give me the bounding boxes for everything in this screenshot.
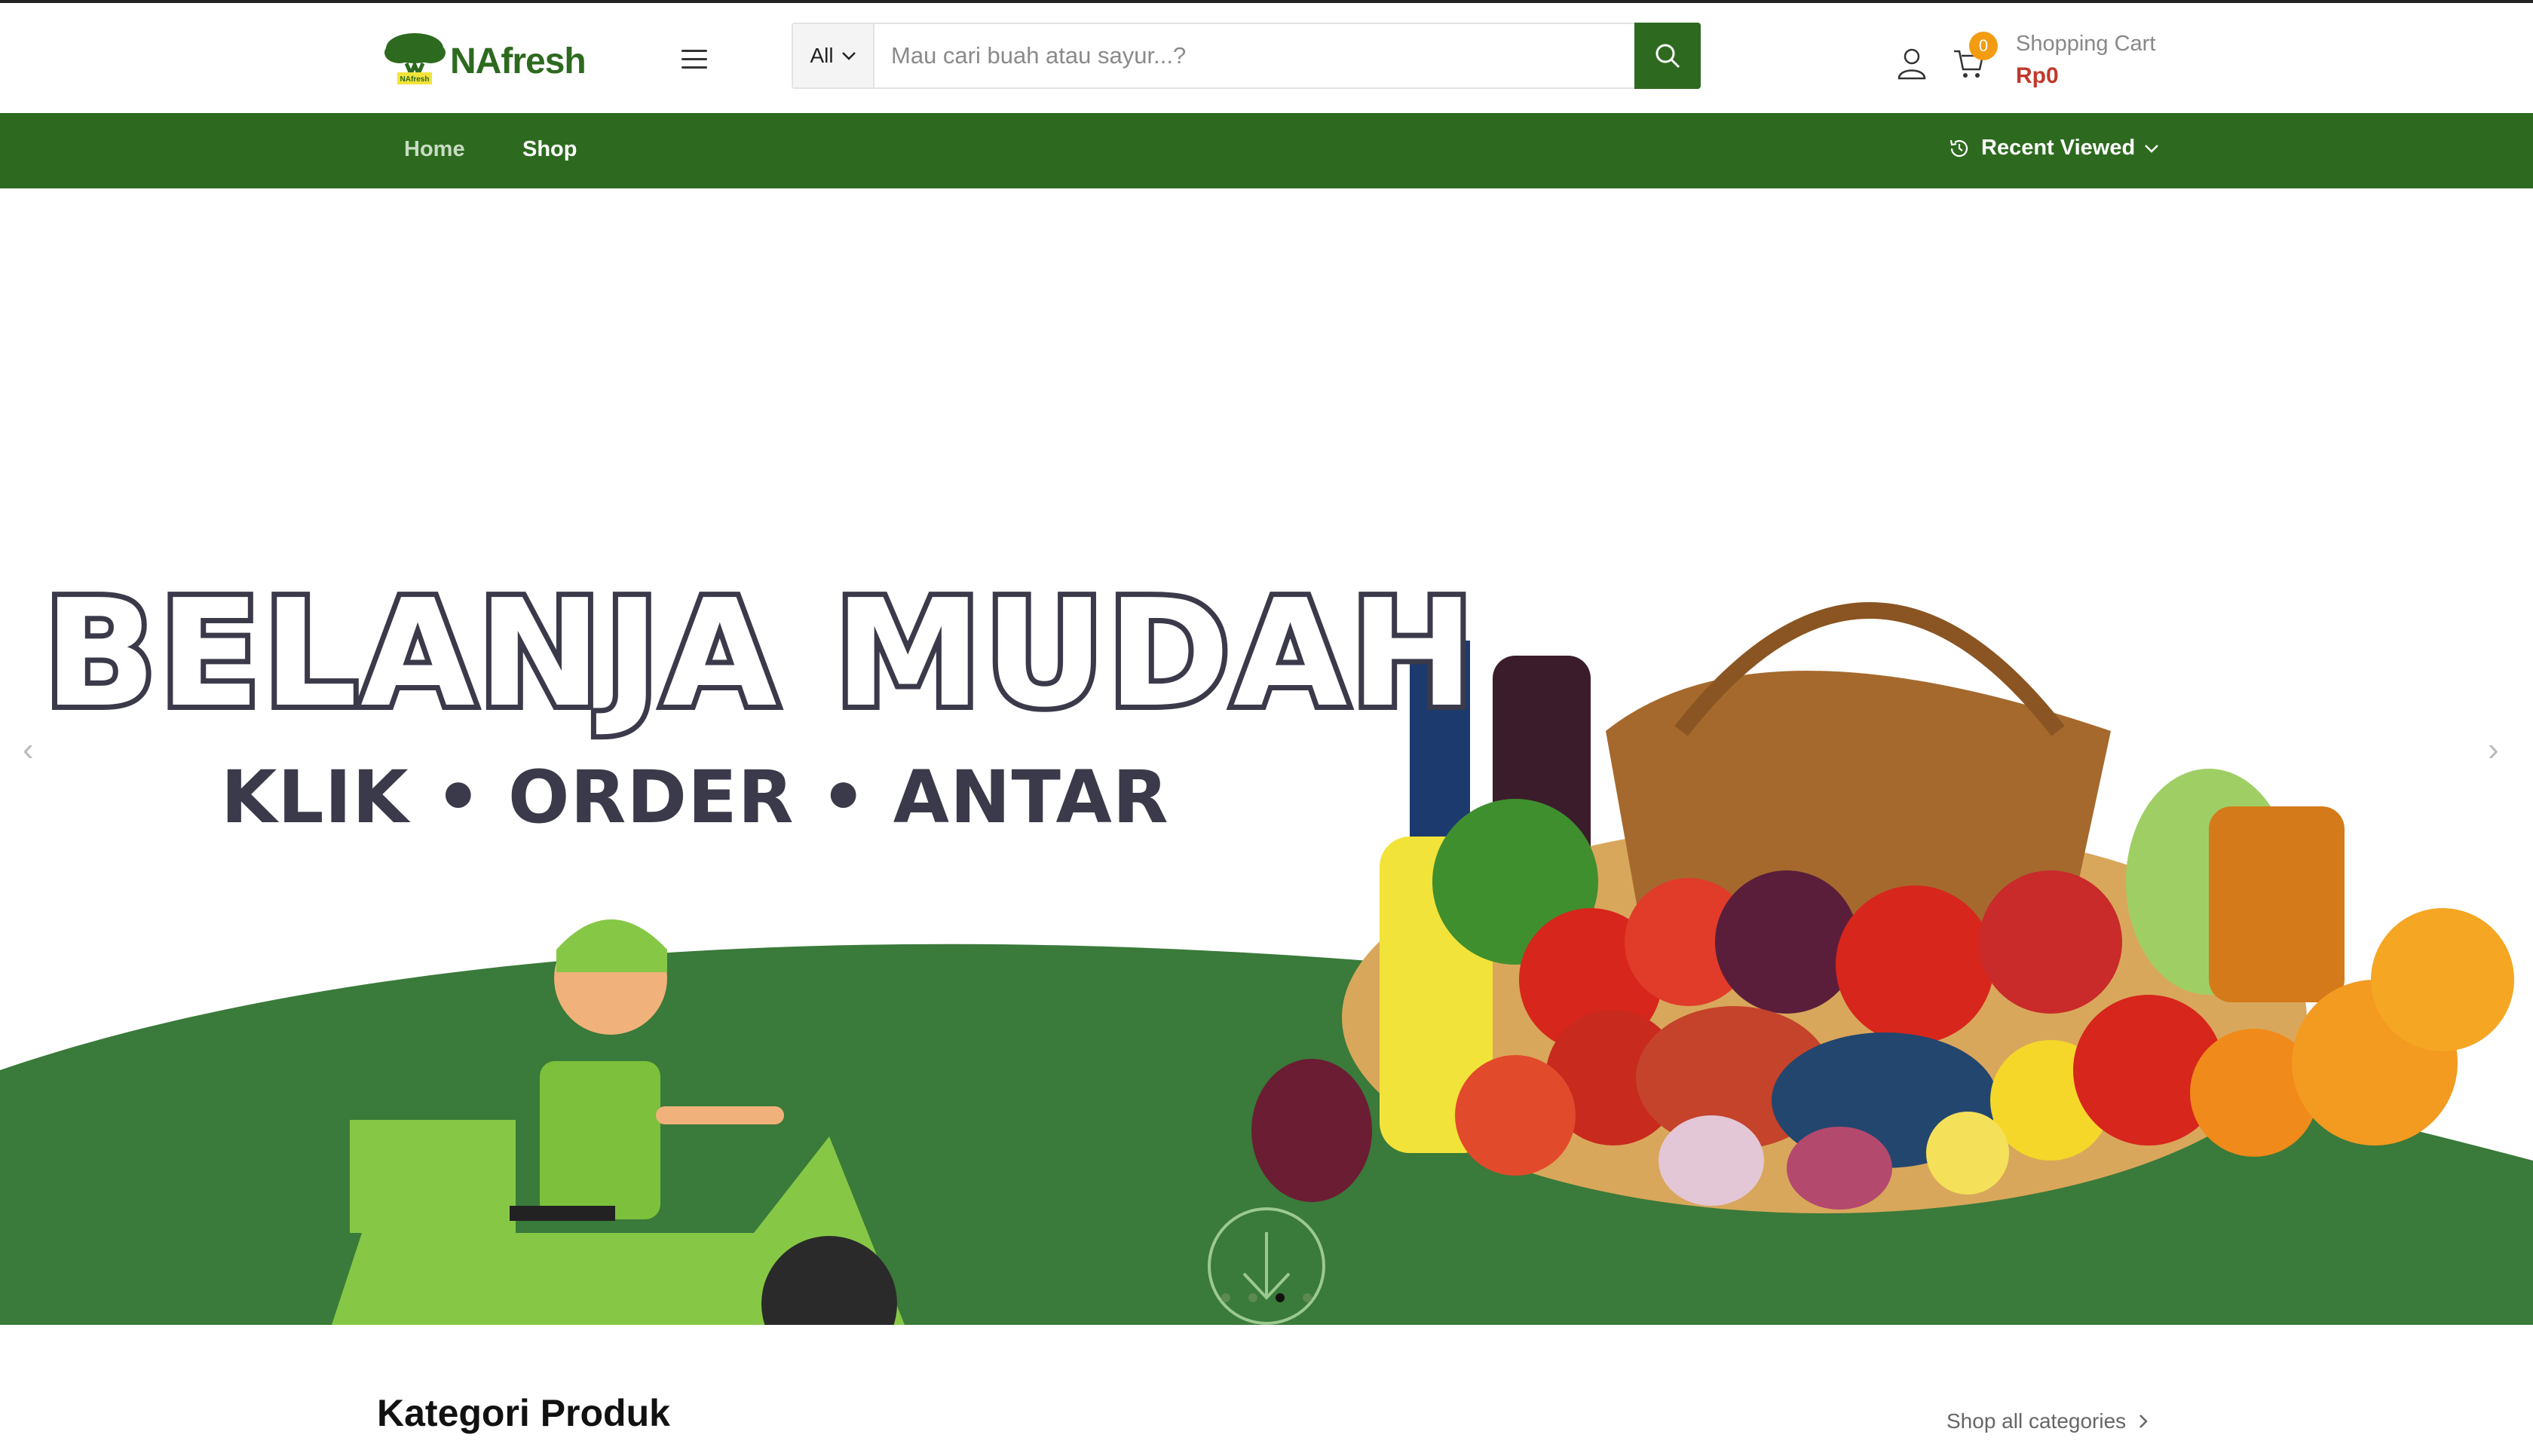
recent-viewed-label: Recent Viewed [1981, 136, 2136, 160]
shop-all-categories-link[interactable]: Shop all categories [1946, 1409, 2149, 1433]
cart-count-badge: 0 [1969, 32, 1998, 60]
section-title: Kategori Produk [377, 1392, 670, 1434]
hero-subline: KLIK • ORDER • ANTAR [221, 755, 1169, 840]
site-logo[interactable]: NAfresh NAfresh [381, 26, 587, 93]
slider-dot[interactable] [1221, 1293, 1230, 1302]
cart-label[interactable]: Shopping Cart [2016, 32, 2155, 57]
logo-badge-text: NAfresh [400, 75, 430, 84]
slider-dot[interactable] [1248, 1293, 1257, 1302]
chevron-down-icon [2145, 144, 2159, 153]
shop-all-label: Shop all categories [1946, 1409, 2127, 1433]
chevron-right-icon [2139, 1415, 2148, 1428]
tree-logo-icon: NAfresh [384, 33, 446, 84]
main-nav: Home Shop Recent Viewed [0, 113, 2533, 188]
search-button[interactable] [1634, 23, 1701, 89]
search-icon [1655, 44, 1680, 69]
chevron-right-icon[interactable]: › [2488, 731, 2499, 769]
site-header: NAfresh NAfresh All Mau cari buah atau s… [0, 3, 2533, 113]
hamburger-menu-icon[interactable] [681, 50, 707, 71]
history-icon [1950, 139, 1968, 157]
chevron-down-icon [841, 52, 856, 60]
cart-total[interactable]: Rp0 [2016, 63, 2059, 89]
search-category-label: All [810, 44, 834, 67]
slider-dot[interactable] [1276, 1293, 1285, 1302]
logo-text: NAfresh [450, 41, 587, 81]
search-category-select[interactable]: All [793, 24, 874, 87]
slider-dots [1221, 1293, 1312, 1302]
user-icon[interactable] [1897, 47, 1927, 80]
hero-headline: BELANJA MUDAH [38, 568, 1479, 740]
chevron-left-icon[interactable]: ‹ [23, 731, 34, 769]
search-input[interactable] [874, 24, 1634, 87]
search-bar: All [792, 23, 1701, 89]
hero-banner[interactable]: BELANJA MUDAH KLIK • ORDER • ANTAR ‹ › [0, 188, 2533, 1325]
nav-item-shop[interactable]: Shop [522, 137, 577, 162]
recent-viewed-dropdown[interactable]: Recent Viewed [1948, 136, 2170, 161]
slider-dot[interactable] [1303, 1293, 1312, 1302]
nav-item-home[interactable]: Home [404, 137, 465, 162]
